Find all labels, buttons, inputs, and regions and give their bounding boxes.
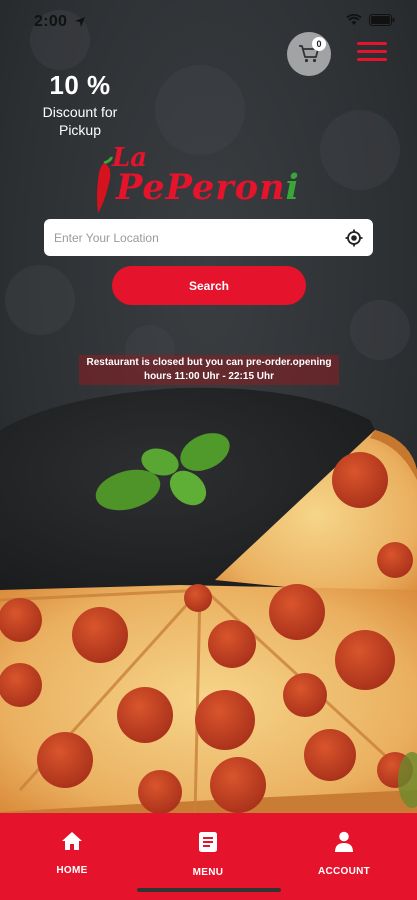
status-time: 2:00 <box>34 13 68 30</box>
location-arrow-icon <box>75 17 85 27</box>
restaurant-closed-notice: Restaurant is closed but you can pre-ord… <box>79 355 339 385</box>
restaurant-logo: La PePeroni <box>92 143 332 217</box>
home-icon <box>62 832 82 850</box>
logo-name: PePeroni <box>116 167 300 208</box>
hamburger-menu-icon-line <box>357 50 387 53</box>
location-field[interactable] <box>44 219 373 256</box>
logo-name-red: PePeron <box>116 167 286 208</box>
discount-text: Discount for Pickup <box>42 104 118 138</box>
status-bar: 2:00 <box>0 0 417 44</box>
nav-label-menu: MENU <box>192 867 224 878</box>
locate-icon[interactable] <box>345 229 363 247</box>
hamburger-menu-icon-line <box>357 42 387 45</box>
nav-item-menu[interactable]: MENU <box>158 831 258 878</box>
discount-banner: 10 % Discount for Pickup <box>20 70 140 139</box>
account-icon <box>335 831 353 852</box>
hamburger-menu-button[interactable] <box>357 42 387 64</box>
hamburger-menu-icon-line <box>357 58 387 61</box>
nav-item-home[interactable]: HOME <box>22 831 122 876</box>
status-indicators <box>346 14 395 26</box>
nav-label-home: HOME <box>56 865 88 876</box>
search-button[interactable]: Search <box>112 266 306 305</box>
discount-percent: 10 % <box>49 70 111 100</box>
nav-item-account[interactable]: ACCOUNT <box>294 831 394 877</box>
location-input[interactable] <box>54 230 345 245</box>
bottom-navigation: HOME MENU ACCOUNT <box>0 813 417 900</box>
home-indicator <box>137 888 281 892</box>
wifi-icon <box>346 14 362 25</box>
nav-label-account: ACCOUNT <box>317 866 371 877</box>
cart-count-badge: 0 <box>312 37 326 51</box>
menu-card-icon <box>199 832 217 852</box>
battery-icon <box>369 14 395 26</box>
logo-name-green: i <box>285 167 300 208</box>
